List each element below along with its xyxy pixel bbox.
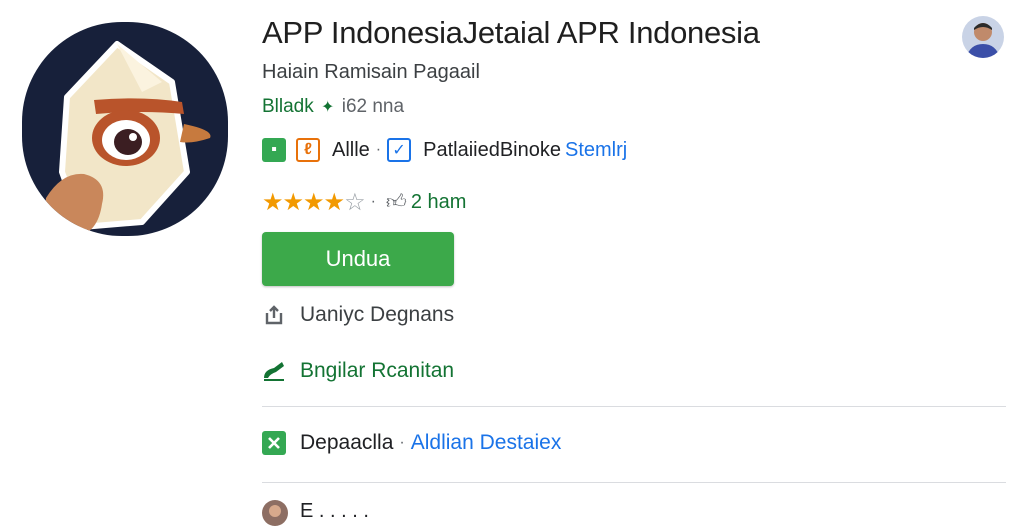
- badges-row: ▪ ℓ Allle · ✓ Patlaiied Binoke Stemlrj: [262, 136, 627, 164]
- star-icon: ✦: [321, 99, 335, 116]
- content-link[interactable]: Stemlrj: [565, 139, 627, 162]
- close-square-icon: [262, 431, 286, 455]
- star-filled-icon: ★: [303, 188, 324, 216]
- developer-meta-row: Depaaclla · Aldlian Destaiex: [262, 428, 561, 458]
- star-filled-icon: ★: [323, 188, 345, 216]
- share-label: Uaniyc Degnans: [300, 303, 455, 326]
- share-row[interactable]: Uaniyc Degnans: [262, 300, 454, 330]
- star-filled-icon: ★: [282, 188, 304, 216]
- user-avatar[interactable]: [962, 16, 1004, 58]
- pegi-badge-icon: ℓ: [296, 138, 320, 162]
- separator-dot: ·: [370, 193, 376, 210]
- reviewer-avatar: [262, 500, 288, 526]
- install-button[interactable]: Undua: [262, 232, 454, 286]
- check-badge-icon: ✓: [387, 138, 412, 162]
- star-rating: ★★★★☆: [262, 188, 366, 217]
- thumbs-up-icon: 👍︎: [385, 191, 407, 213]
- rating-summary: Blladk ✦ i62 nna: [262, 95, 404, 120]
- stars-row: ★★★★☆ · 👍︎ 2 ham: [262, 188, 466, 216]
- review-label: Bngilar Rcanitan: [300, 359, 455, 382]
- separator-dot: ·: [375, 141, 382, 158]
- review-row[interactable]: Bngilar Rcanitan: [262, 356, 454, 386]
- star-empty-icon: ☆: [344, 188, 365, 216]
- divider: [262, 406, 1006, 407]
- content-sublabel: Binoke: [499, 138, 561, 161]
- separator-dot: ·: [399, 434, 405, 451]
- time-label: 2 ham: [410, 190, 467, 213]
- developer-name[interactable]: Haiain Ramisain Pagaail: [262, 60, 480, 84]
- app-icon: [22, 22, 228, 236]
- developer-meta-link[interactable]: Aldlian Destaiex: [411, 431, 562, 455]
- content-label: Patlaiied: [423, 138, 500, 161]
- rating-label: Blladk: [262, 96, 314, 117]
- developer-meta-label: Depaaclla: [300, 431, 394, 454]
- pencil-icon: [262, 359, 286, 383]
- app-title: APP IndonesiaJetaial APR Indonesia: [262, 15, 760, 50]
- divider: [262, 482, 1006, 483]
- share-icon: [262, 303, 286, 327]
- star-filled-icon: ★: [262, 188, 283, 216]
- category-label: Allle: [332, 138, 370, 161]
- grid-badge-icon: ▪: [262, 138, 286, 162]
- rating-count: i62 nna: [341, 96, 405, 117]
